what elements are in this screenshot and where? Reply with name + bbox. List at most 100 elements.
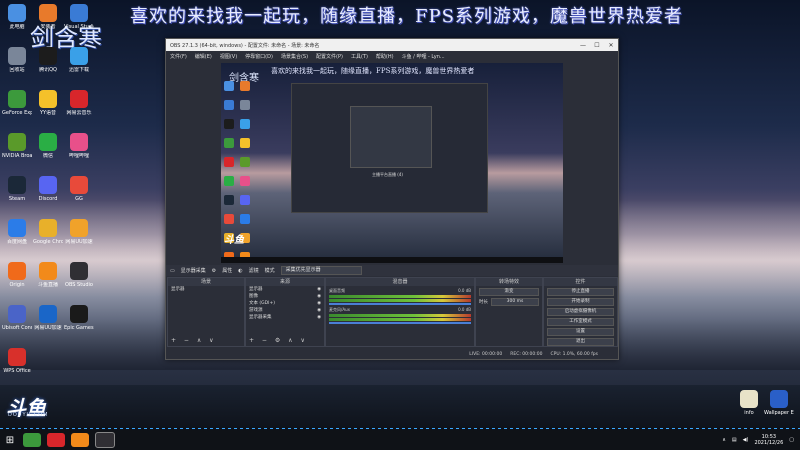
controls-panel: 控件 停止直播 开始录制 启动虚拟摄像机 工作室模式 设置 退出 bbox=[543, 277, 618, 347]
scene-item[interactable]: 显示器 bbox=[168, 286, 244, 293]
desktop-shortcut[interactable]: NVIDIA Broadcast bbox=[2, 133, 32, 159]
network-icon[interactable]: ▤ bbox=[732, 437, 737, 443]
windows-start-icon[interactable]: ⊞ bbox=[0, 430, 20, 450]
source-item[interactable]: 图像 ◉ bbox=[246, 293, 324, 300]
netease-icon bbox=[70, 90, 88, 108]
desktop-shortcut[interactable]: 微信 bbox=[33, 133, 63, 159]
menu-item[interactable]: 配置文件(P) bbox=[316, 53, 343, 60]
desktop-shortcut-label: Origin bbox=[9, 282, 25, 288]
wps-icon bbox=[8, 348, 26, 366]
desktop-shortcut[interactable]: 安装者 bbox=[33, 4, 63, 30]
transition-type-select[interactable]: 渐变 bbox=[479, 288, 539, 296]
preview-mini-icon bbox=[240, 214, 250, 224]
taskbar-douyu-icon[interactable] bbox=[71, 433, 89, 447]
maximize-icon[interactable]: ☐ bbox=[590, 42, 604, 49]
properties-button[interactable]: 属性 bbox=[222, 267, 232, 274]
desktop-shortcut[interactable]: info bbox=[734, 390, 764, 416]
obs-preview[interactable]: 剑含寒 喜欢的来找我一起玩，随缘直播，FPS系列游戏，魔兽世界热爱者 主播平台直… bbox=[221, 63, 563, 263]
desktop-shortcut[interactable]: Wallpaper Engine bbox=[764, 390, 794, 416]
desktop-shortcut[interactable]: 斗鱼直播 bbox=[33, 262, 63, 288]
desktop-shortcut-label: 迅雷下载 bbox=[68, 67, 89, 73]
minimize-icon[interactable]: — bbox=[576, 42, 590, 49]
menu-item[interactable]: 工具(T) bbox=[351, 53, 368, 60]
desktop-shortcut[interactable]: 此电脑 bbox=[2, 4, 32, 30]
menu-item[interactable]: 停靠窗口(D) bbox=[245, 53, 273, 60]
desktop-shortcut[interactable]: Visual Studio bbox=[64, 4, 94, 30]
yy-icon bbox=[39, 90, 57, 108]
tray-chevron-icon[interactable]: ∧ bbox=[722, 437, 726, 443]
desktop-shortcut[interactable]: 迅雷下载 bbox=[64, 47, 94, 73]
pc-icon bbox=[8, 4, 26, 22]
control-button[interactable]: 启动虚拟摄像机 bbox=[547, 308, 614, 316]
gear-icon[interactable]: ⚙ bbox=[212, 268, 216, 274]
sources-footer-icons[interactable]: + − ⚙ ∧ ∨ bbox=[249, 337, 308, 344]
menu-item[interactable]: 帮助(H) bbox=[376, 53, 394, 60]
desktop-shortcut[interactable]: Epic Games Launcher bbox=[64, 305, 94, 331]
control-button[interactable]: 设置 bbox=[547, 328, 614, 336]
desktop-shortcut-label: 腾讯QQ bbox=[39, 67, 57, 73]
source-item[interactable]: 显示器 ◉ bbox=[246, 286, 324, 293]
visibility-eye-icon[interactable]: ◉ bbox=[317, 307, 321, 314]
obs-titlebar[interactable]: OBS 27.1.3 (64-bit, windows) - 配置文件: 未命名… bbox=[166, 39, 618, 51]
desktop-shortcut[interactable]: Google Chrome bbox=[33, 219, 63, 245]
control-button[interactable]: 工作室模式 bbox=[547, 318, 614, 326]
desktop-shortcut[interactable]: 网易UU加速 bbox=[33, 305, 63, 331]
desktop-shortcut[interactable]: Discord bbox=[33, 176, 63, 202]
desktop-shortcut[interactable]: 百度网盘 bbox=[2, 219, 32, 245]
desktop-shortcut-label: 斗鱼直播 bbox=[37, 282, 58, 288]
volume-slider[interactable] bbox=[329, 303, 471, 305]
mode-select[interactable]: 采集优先显示器 bbox=[280, 266, 362, 275]
preview-mini-icon bbox=[240, 195, 250, 205]
filters-button[interactable]: 滤镜 bbox=[249, 267, 259, 274]
obs-window[interactable]: OBS 27.1.3 (64-bit, windows) - 配置文件: 未命名… bbox=[165, 38, 619, 360]
source-item[interactable]: 游戏源 ◉ bbox=[246, 307, 324, 314]
desktop-shortcut[interactable]: GG bbox=[64, 176, 94, 202]
desktop-shortcut[interactable]: 腾讯QQ bbox=[33, 47, 63, 73]
volume-meter bbox=[329, 314, 471, 317]
menu-item[interactable]: 场景集合(S) bbox=[281, 53, 308, 60]
uu-icon bbox=[70, 219, 88, 237]
desktop-shortcut[interactable]: 网易云音乐 bbox=[64, 90, 94, 116]
scenes-footer-icons[interactable]: + − ∧ ∨ bbox=[171, 337, 217, 344]
desktop-shortcut-label: Google Chrome bbox=[33, 239, 63, 245]
control-button[interactable]: 退出 bbox=[547, 338, 614, 346]
desktop-shortcut[interactable]: GeForce Experience bbox=[2, 90, 32, 116]
taskbar-netease-icon[interactable] bbox=[47, 433, 65, 447]
source-toolbar: ▭ 显示器采集 ⚙ 属性 ◐ 滤镜 模式 采集优先显示器 bbox=[166, 265, 618, 276]
desktop-shortcut-label: GG bbox=[75, 196, 83, 202]
visibility-eye-icon[interactable]: ◉ bbox=[317, 300, 321, 307]
visibility-eye-icon[interactable]: ◉ bbox=[317, 286, 321, 293]
desktop-shortcut[interactable]: Ubisoft Connect bbox=[2, 305, 32, 331]
desktop-shortcut[interactable]: 哔哩哔哩 bbox=[64, 133, 94, 159]
control-button[interactable]: 停止直播 bbox=[547, 288, 614, 296]
preview-mini-icon bbox=[224, 176, 234, 186]
filter-icon[interactable]: ◐ bbox=[238, 268, 242, 274]
taskbar-geforce-icon[interactable] bbox=[23, 433, 41, 447]
preview-mini-icon bbox=[224, 214, 234, 224]
douyu-icon bbox=[39, 262, 57, 280]
desktop-shortcut[interactable]: Origin bbox=[2, 262, 32, 288]
source-item[interactable]: 显示器采集 ◉ bbox=[246, 314, 324, 321]
clock[interactable]: 10:53 2021/12/26 bbox=[754, 434, 783, 446]
volume-slider[interactable] bbox=[329, 322, 471, 324]
desktop-shortcut[interactable]: Steam bbox=[2, 176, 32, 202]
volume-icon[interactable]: ◀) bbox=[743, 437, 749, 443]
desktop-shortcut[interactable]: YY语音 bbox=[33, 90, 63, 116]
desktop-shortcut[interactable]: WPS Office bbox=[2, 348, 32, 374]
menu-item[interactable]: 编辑(E) bbox=[195, 53, 212, 60]
menu-item[interactable]: 斗鱼 / 哔哩 - Lyn... bbox=[402, 53, 445, 60]
desktop-shortcut[interactable]: 回收站 bbox=[2, 47, 32, 73]
source-item[interactable]: 文本 (GDI+) ◉ bbox=[246, 300, 324, 307]
visibility-eye-icon[interactable]: ◉ bbox=[317, 293, 321, 300]
system-tray: ∧ ▤ ◀) 10:53 2021/12/26 ▢ bbox=[722, 434, 800, 446]
taskbar-obs-icon[interactable] bbox=[95, 432, 115, 448]
visibility-eye-icon[interactable]: ◉ bbox=[317, 314, 321, 321]
desktop-shortcut[interactable]: OBS Studio bbox=[64, 262, 94, 288]
menu-item[interactable]: 视图(V) bbox=[220, 53, 237, 60]
close-icon[interactable]: ✕ bbox=[604, 42, 618, 49]
control-button[interactable]: 开始录制 bbox=[547, 298, 614, 306]
notification-icon[interactable]: ▢ bbox=[789, 437, 794, 443]
duration-input[interactable]: 300 ms bbox=[491, 298, 539, 306]
menu-item[interactable]: 文件(F) bbox=[170, 53, 187, 60]
desktop-shortcut[interactable]: 网易UU加速 bbox=[64, 219, 94, 245]
